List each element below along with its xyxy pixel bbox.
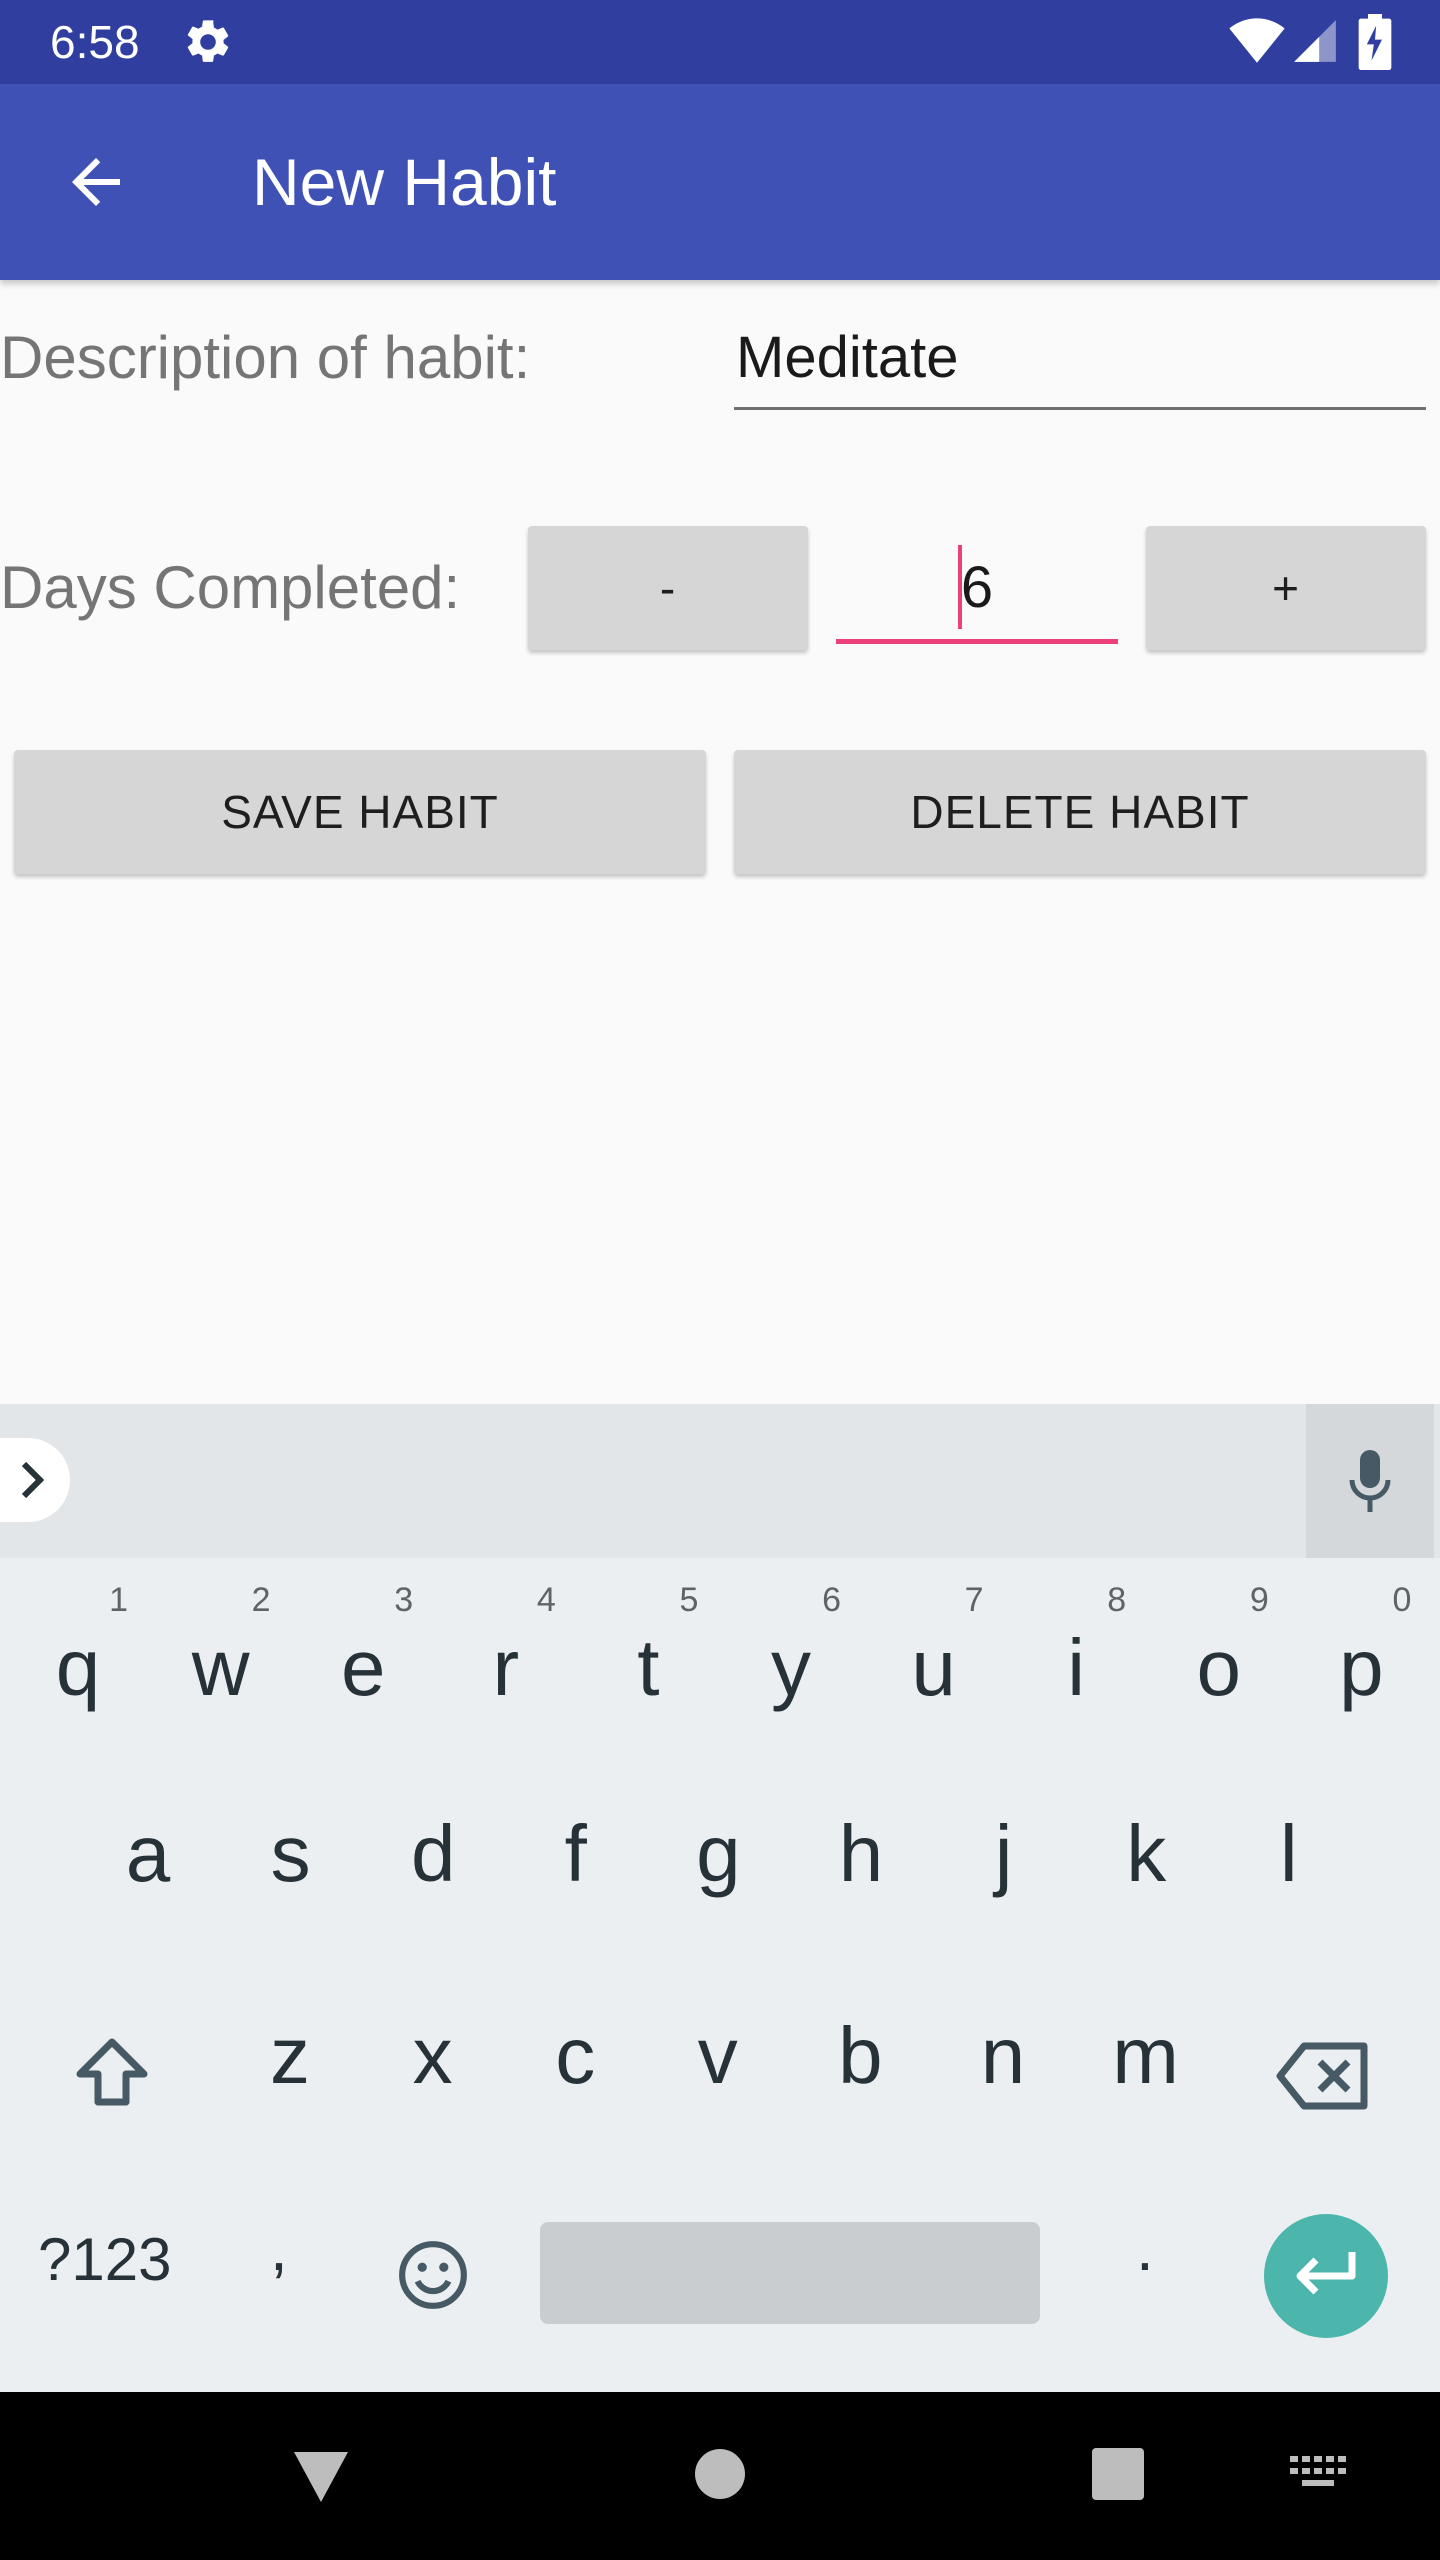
key-hint: 7 <box>964 1581 984 1619</box>
key-hint: 6 <box>822 1581 841 1619</box>
key-char: n <box>980 2011 1026 2100</box>
key-j[interactable]: j <box>932 1768 1076 1968</box>
key-hint: 9 <box>1249 1581 1269 1619</box>
home-circle-icon[interactable] <box>694 2448 746 2500</box>
key-f[interactable]: f <box>504 1768 648 1968</box>
key-a[interactable]: a <box>76 1768 220 1968</box>
key-char: l <box>1279 1809 1298 1898</box>
key-char: a <box>125 1809 171 1898</box>
key-d[interactable]: d <box>361 1768 505 1968</box>
status-time: 6:58 <box>50 16 140 68</box>
shift-icon[interactable] <box>72 2034 152 2114</box>
key-char: e <box>340 1623 386 1712</box>
key-char: j <box>994 1809 1013 1898</box>
key-e[interactable]: 3e <box>291 1560 435 1760</box>
key-s[interactable]: s <box>219 1768 363 1968</box>
suggestion-strip <box>0 1404 1440 1558</box>
key-char: g <box>696 1809 741 1898</box>
key-char: b <box>838 2011 883 2100</box>
keyboard-switch-icon[interactable] <box>1290 2456 1346 2496</box>
key-t[interactable]: 5t <box>576 1560 720 1760</box>
key-q[interactable]: 1q <box>6 1560 150 1760</box>
description-input[interactable]: Meditate <box>734 318 1426 410</box>
voice-input-button[interactable] <box>1306 1404 1434 1558</box>
key-y[interactable]: 6y <box>719 1560 863 1760</box>
key-o[interactable]: 9o <box>1147 1560 1291 1760</box>
key-char: i <box>1067 1623 1086 1712</box>
key-char: d <box>410 1809 456 1898</box>
system-nav-bar <box>0 2392 1440 2560</box>
delete-habit-button[interactable]: DELETE HABIT <box>734 750 1426 874</box>
key-p[interactable]: 0p <box>1289 1560 1433 1760</box>
key-hint: 1 <box>109 1581 128 1619</box>
key-g[interactable]: g <box>646 1768 790 1968</box>
key-char: t <box>637 1623 660 1712</box>
page-title: New Habit <box>252 145 557 219</box>
key-c[interactable]: c <box>503 1970 647 2170</box>
space-bar[interactable] <box>540 2222 1040 2324</box>
emoji-icon[interactable] <box>396 2238 470 2312</box>
key-m[interactable]: m <box>1074 1970 1218 2170</box>
key-hint: 5 <box>679 1581 699 1619</box>
key-char: r <box>492 1623 520 1712</box>
key-hint: 3 <box>394 1581 414 1619</box>
key-char: f <box>564 1809 587 1898</box>
expand-toolbar-button[interactable] <box>0 1438 70 1522</box>
key-char: o <box>1196 1623 1242 1712</box>
key-h[interactable]: h <box>789 1768 933 1968</box>
key-v[interactable]: v <box>646 1970 790 2170</box>
back-triangle-icon[interactable] <box>290 2448 352 2504</box>
comma-key[interactable]: , <box>270 2212 288 2284</box>
key-char: p <box>1339 1623 1384 1712</box>
key-r[interactable]: 4r <box>434 1560 578 1760</box>
key-hint: 8 <box>1107 1581 1127 1619</box>
save-habit-button[interactable]: SAVE HABIT <box>14 750 706 874</box>
key-char: z <box>270 2011 310 2100</box>
description-label: Description of habit: <box>0 324 531 391</box>
key-char: v <box>697 2011 738 2100</box>
enter-button[interactable] <box>1264 2214 1388 2338</box>
settings-gear-icon <box>187 20 229 62</box>
cell-signal-icon <box>1294 20 1336 62</box>
key-char: y <box>771 1623 811 1712</box>
key-hint: 0 <box>1392 1581 1412 1619</box>
key-char: k <box>1126 1809 1167 1898</box>
key-char: q <box>55 1623 101 1712</box>
key-char: x <box>412 2011 453 2100</box>
period-key[interactable]: . <box>1136 2212 1154 2284</box>
key-k[interactable]: k <box>1074 1768 1218 1968</box>
key-char: h <box>838 1809 884 1898</box>
app-bar: New Habit <box>0 84 1440 280</box>
key-w[interactable]: 2w <box>149 1560 293 1760</box>
enter-arrow-icon <box>1296 2252 1356 2295</box>
key-i[interactable]: 8i <box>1004 1560 1148 1760</box>
microphone-icon <box>1349 1450 1391 1512</box>
key-hint: 4 <box>536 1581 556 1619</box>
key-n[interactable]: n <box>931 1970 1075 2170</box>
days-completed-input[interactable]: 6 <box>836 540 1118 644</box>
days-completed-label: Days Completed: <box>0 554 461 621</box>
key-hint: 2 <box>251 1581 271 1619</box>
key-b[interactable]: b <box>788 1970 932 2170</box>
recents-square-icon[interactable] <box>1092 2448 1144 2500</box>
text-cursor <box>958 545 962 629</box>
key-x[interactable]: x <box>361 1970 505 2170</box>
chevron-right-icon <box>21 1461 45 1499</box>
key-char: w <box>191 1623 250 1712</box>
key-u[interactable]: 7u <box>862 1560 1006 1760</box>
key-char: c <box>555 2011 596 2100</box>
battery-charging-icon <box>1358 14 1392 70</box>
key-z[interactable]: z <box>218 1970 362 2170</box>
arrow-back-icon[interactable] <box>60 146 132 218</box>
status-bar: 6:58 <box>0 0 1440 84</box>
symbols-key[interactable]: ?123 <box>38 2224 171 2296</box>
backspace-icon[interactable] <box>1276 2040 1370 2112</box>
key-char: u <box>911 1623 956 1712</box>
increment-button[interactable]: + <box>1146 526 1426 650</box>
wifi-icon <box>1229 18 1285 63</box>
decrement-button[interactable]: - <box>528 526 808 650</box>
key-char: m <box>1112 2011 1179 2100</box>
key-char: s <box>270 1809 311 1898</box>
key-l[interactable]: l <box>1217 1768 1361 1968</box>
